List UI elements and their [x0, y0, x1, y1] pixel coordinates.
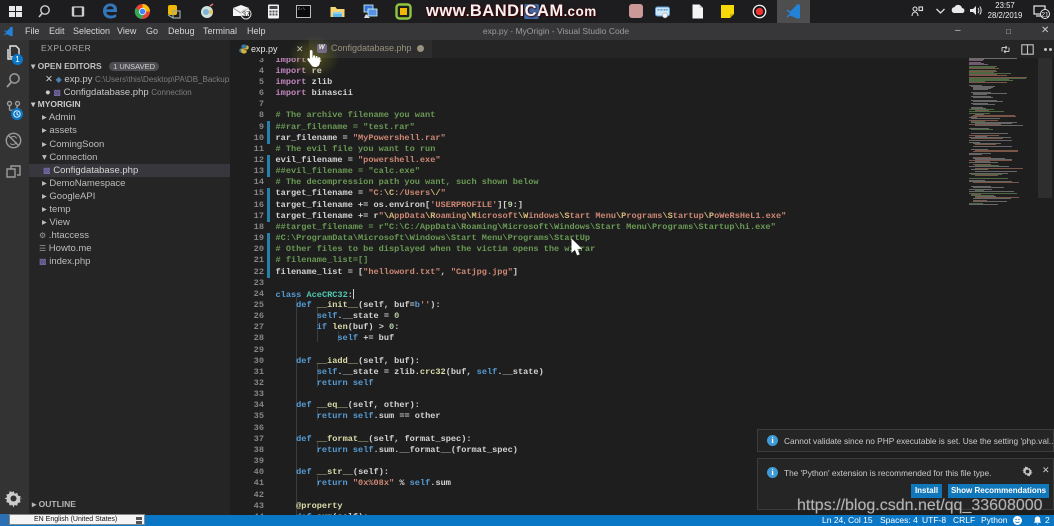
- svg-text:C:\: C:\: [298, 7, 306, 12]
- svg-text:21: 21: [1041, 11, 1049, 18]
- svg-text:37: 37: [242, 12, 250, 19]
